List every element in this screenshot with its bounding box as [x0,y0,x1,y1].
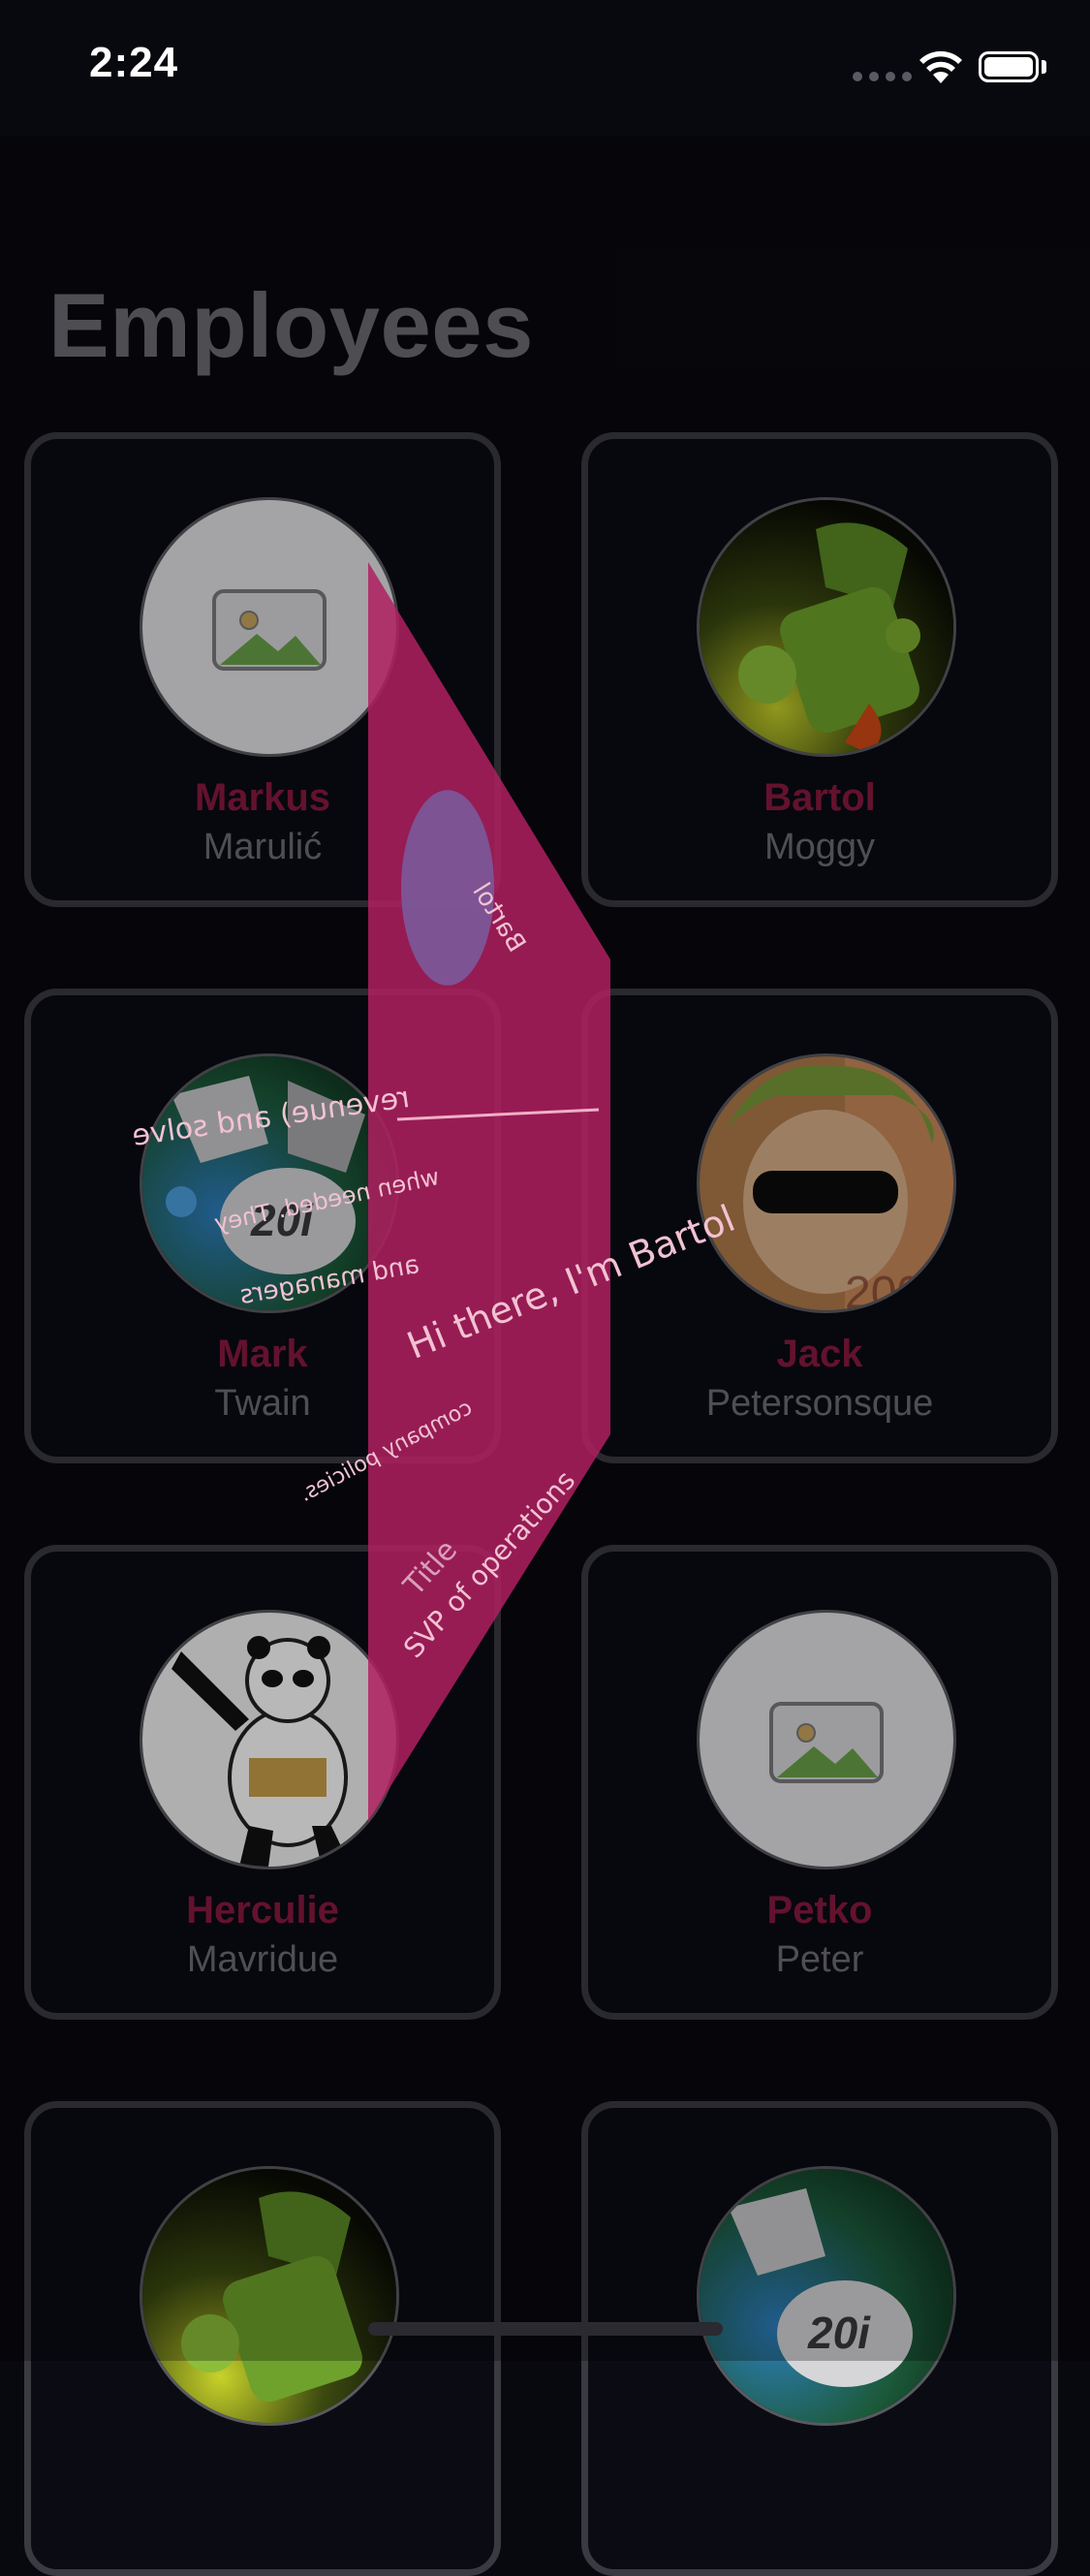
battery-icon [979,51,1039,82]
wifi-icon [919,50,962,83]
status-time: 2:24 [89,39,179,86]
cellular-signal-icon [853,72,912,81]
status-bar: 2:24 [0,0,1090,136]
flipping-detail-card[interactable]: Bartol revenue) and solve when needed. T… [130,562,741,1822]
battery-nub [1042,60,1046,74]
home-indicator [368,2322,723,2336]
